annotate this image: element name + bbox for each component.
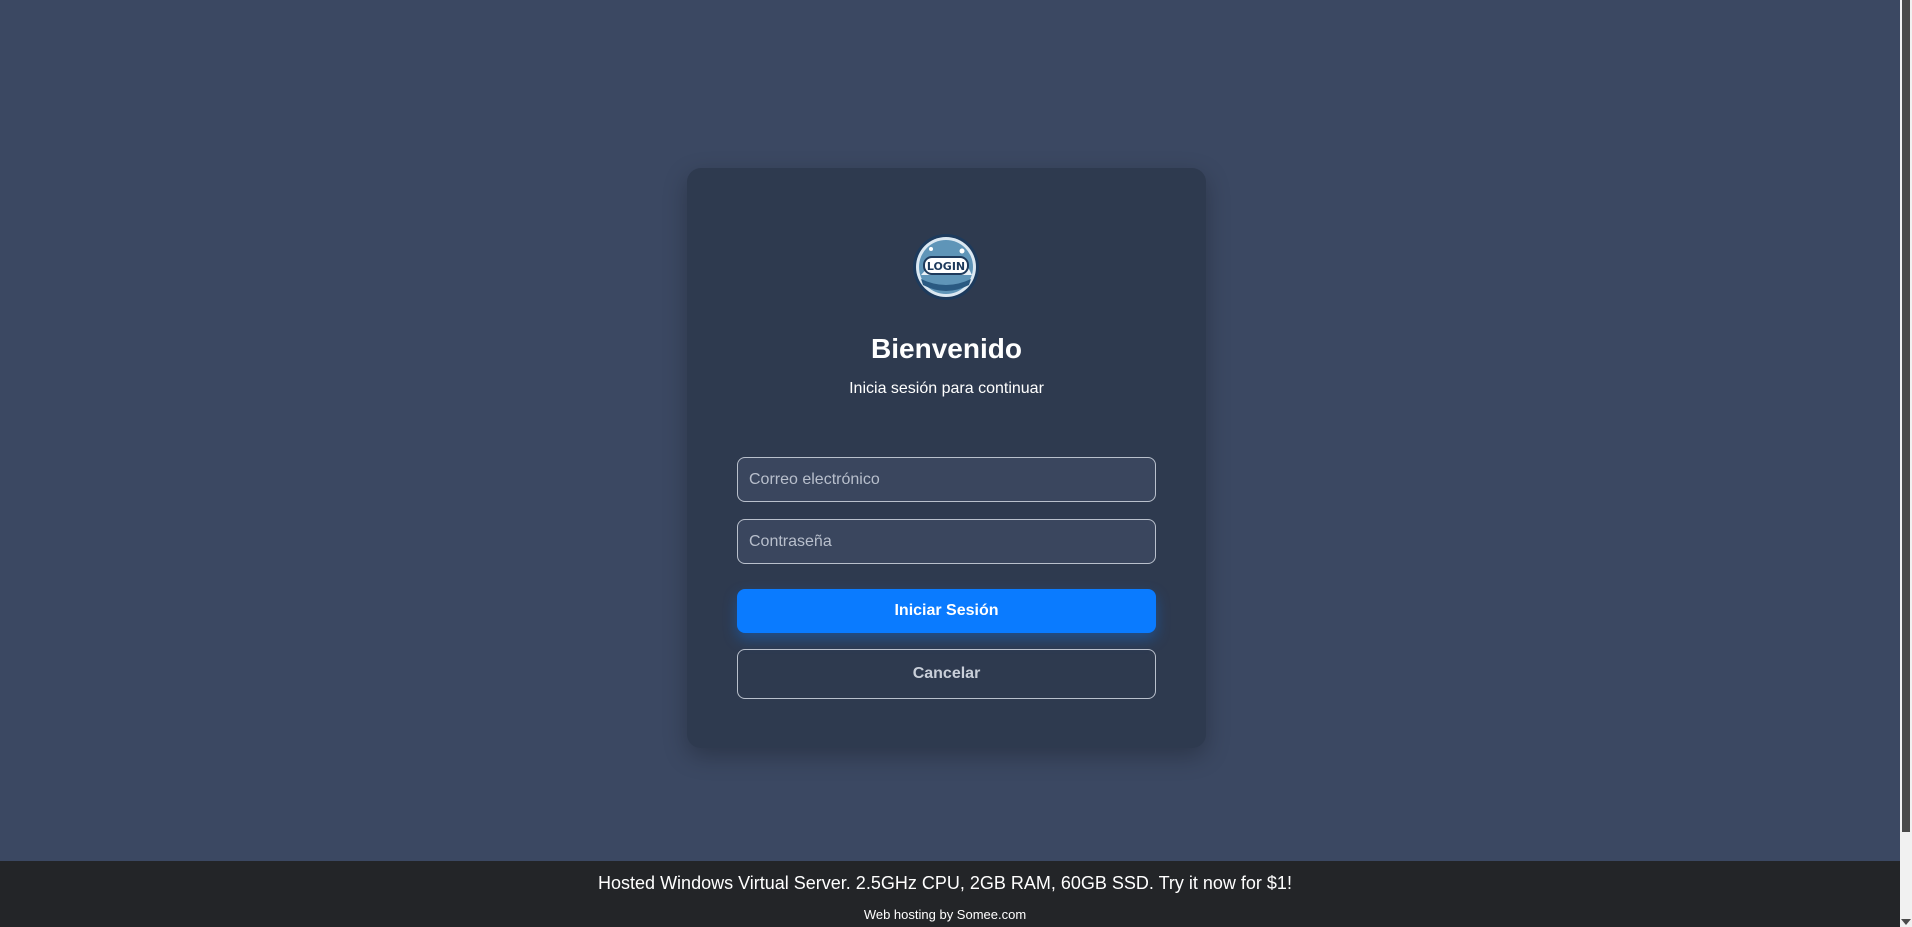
cancel-button[interactable]: Cancelar	[737, 649, 1156, 699]
page-subtitle: Inicia sesión para continuar	[849, 380, 1044, 397]
vertical-scrollbar[interactable]	[1900, 0, 1912, 927]
login-button[interactable]: Iniciar Sesión	[737, 589, 1156, 633]
hosting-footer: Hosted Windows Virtual Server. 2.5GHz CP…	[0, 861, 1900, 927]
main-viewport: LOGIN Bienvenido Inicia sesión para cont…	[0, 0, 1900, 861]
email-field[interactable]	[737, 457, 1156, 502]
scroll-down-arrow-icon[interactable]	[1901, 919, 1911, 925]
hosting-ad-link[interactable]: Hosted Windows Virtual Server. 2.5GHz CP…	[0, 873, 1890, 894]
page: LOGIN Bienvenido Inicia sesión para cont…	[0, 0, 1912, 927]
login-badge-icon: LOGIN	[913, 234, 979, 300]
scrollbar-thumb[interactable]	[1902, 0, 1910, 832]
hosting-credit[interactable]: Web hosting by Somee.com	[0, 907, 1890, 922]
password-field[interactable]	[737, 519, 1156, 564]
logo-text: LOGIN	[927, 260, 965, 273]
login-card: LOGIN Bienvenido Inicia sesión para cont…	[687, 168, 1206, 748]
page-title: Bienvenido	[871, 333, 1022, 364]
